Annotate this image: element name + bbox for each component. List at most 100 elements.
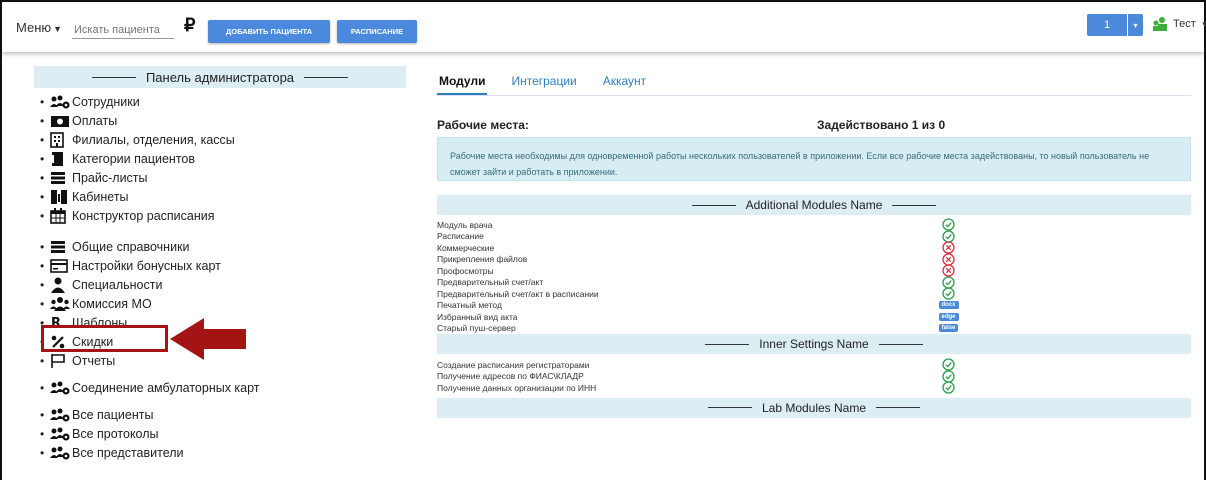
sidebar-item[interactable]: • Кабинеты	[40, 187, 406, 206]
sidebar-item[interactable]: • Все протоколы	[40, 424, 406, 443]
card-icon	[50, 258, 72, 273]
menu-label: Меню	[16, 20, 52, 35]
value-tag: edge	[938, 312, 959, 321]
bullet: •	[40, 239, 45, 254]
module-row: Расписание	[437, 230, 1191, 243]
counter-dropdown-icon[interactable]: ▾	[1128, 14, 1143, 36]
sidebar-item[interactable]: • Филиалы, отделения, кассы	[40, 130, 406, 149]
check-circle-icon	[942, 381, 955, 394]
module-name: Старый пуш-сервер	[437, 323, 516, 334]
bullet: •	[40, 94, 45, 109]
sidebar-item-label: Все представители	[72, 445, 184, 460]
module-name: Печатный метод	[437, 300, 502, 311]
bullet: •	[40, 208, 45, 223]
workplaces-label: Рабочие места:	[437, 118, 529, 132]
tab-1[interactable]: Интеграции	[509, 66, 578, 95]
admin-nav: • Сотрудники • Оплаты • Филиалы, отделения, к…	[34, 92, 406, 462]
user-name: Тест	[1173, 18, 1196, 30]
sidebar-item[interactable]: • Комиссия МО	[40, 294, 406, 313]
admin-sidebar: Панель администратора • Сотрудники • Оплаты…	[34, 66, 406, 462]
sidebar-item-label: Настройки бонусных карт	[72, 258, 221, 273]
sidebar-item-label: Категории пациентов	[72, 151, 196, 166]
sidebar-item-label: Филиалы, отделения, кассы	[72, 132, 235, 147]
module-row: Получение данных организации по ИНН	[437, 381, 1191, 394]
check-circle-icon	[942, 287, 955, 300]
module-row: Модуль врача	[437, 218, 1191, 231]
bullet: •	[40, 445, 45, 460]
module-row: Предварительный счет/акт	[437, 276, 1191, 289]
highlight-box	[41, 325, 168, 352]
sidebar-item[interactable]: • Специальности	[40, 275, 406, 294]
module-status: docx	[938, 301, 959, 310]
pointer-arrow-icon	[170, 318, 246, 360]
sidebar-item-label: Оплаты	[72, 113, 118, 128]
module-name: Профосмотры	[437, 265, 494, 276]
building-icon	[50, 131, 72, 148]
bullet: •	[40, 380, 45, 395]
sidebar-item[interactable]: • Оплаты	[40, 111, 406, 130]
module-name: Создание расписания регистраторами	[437, 359, 590, 370]
value-tag: docx	[938, 301, 959, 310]
users-icon	[50, 296, 72, 311]
sidebar-item[interactable]: • Настройки бонусных карт	[40, 256, 406, 275]
tab-2[interactable]: Аккаунт	[601, 66, 648, 95]
doctor-icon	[50, 277, 72, 293]
workplace-counter[interactable]: 1	[1087, 14, 1127, 36]
sidebar-item-label: Комиссия МО	[72, 296, 152, 311]
flag-icon	[50, 353, 72, 369]
sidebar-item-label: Общие справочники	[72, 239, 190, 254]
ruble-icon[interactable]: ₽	[184, 15, 195, 36]
module-name: Модуль врача	[437, 219, 493, 230]
sidebar-item[interactable]: • Сотрудники	[40, 92, 406, 111]
sidebar-item-label: Специальности	[72, 277, 163, 292]
workplaces-info: Рабочие места необходимы для одновременн…	[437, 137, 1191, 181]
bullet: •	[40, 426, 45, 441]
sidebar-item-label: Все протоколы	[72, 426, 159, 441]
user-menu[interactable]: Тест ▼	[1152, 17, 1206, 31]
sidebar-item[interactable]: • Все пациенты	[40, 405, 406, 424]
module-row: Избранный вид акта edge	[437, 311, 1191, 323]
module-status: edge	[938, 312, 959, 321]
module-row: Получение адресов по ФИАС\КЛАДР	[437, 370, 1191, 383]
module-name: Прикрепления файлов	[437, 254, 528, 265]
sidebar-item-label: Сотрудники	[72, 94, 140, 109]
module-row: Печатный метод docx	[437, 300, 1191, 312]
module-status	[942, 381, 955, 394]
sidebar-header: Панель администратора	[34, 66, 406, 88]
sidebar-item[interactable]: • Конструктор расписания	[40, 206, 406, 225]
bullet: •	[40, 189, 45, 204]
workplaces-row: Рабочие места: Задействовано 1 из 0	[437, 118, 1191, 132]
bullet: •	[40, 151, 45, 166]
users-cog-icon	[50, 446, 72, 460]
sidebar-item[interactable]: • Категории пациентов	[40, 149, 406, 168]
modules-panel: Модули Интеграции Аккаунт Рабочие места: За…	[437, 66, 1191, 418]
module-row: Создание расписания регистраторами	[437, 358, 1191, 371]
sidebar-item-label: Все пациенты	[72, 407, 154, 422]
users-cog-icon	[50, 95, 72, 109]
module-row: Предварительный счет/акт в расписании	[437, 287, 1191, 300]
caret-down-icon: ▼	[53, 24, 63, 34]
caret-down-icon: ▼	[1200, 19, 1206, 29]
sidebar-item-label: Кабинеты	[72, 189, 129, 204]
sidebar-item[interactable]: • Соединение амбулаторных карт	[40, 378, 406, 397]
menu-button[interactable]: Меню ▼	[16, 20, 62, 35]
add-patient-button[interactable]: ДОБАВИТЬ ПАЦИЕНТА	[208, 20, 330, 43]
bullet: •	[40, 353, 45, 368]
tab-0[interactable]: Модули	[437, 66, 488, 95]
file-icon	[50, 151, 72, 167]
users-cog-icon	[50, 381, 72, 395]
module-name: Получение данных организации по ИНН	[437, 382, 597, 393]
value-tag: false	[938, 324, 959, 333]
section-title: Lab Modules Name	[761, 400, 867, 415]
module-row: Старый пуш-сервер false	[437, 323, 1191, 335]
sidebar-item[interactable]: • Все представители	[40, 443, 406, 462]
top-bar: Меню▼ ₽ ДОБАВИТЬ ПАЦИЕНТА РАСПИСАНИЕ 1 ▾…	[2, 2, 1206, 52]
sidebar-item[interactable]: • Прайс-листы	[40, 168, 406, 187]
sidebar-item[interactable]: • Общие справочники	[40, 237, 406, 256]
schedule-button[interactable]: РАСПИСАНИЕ	[337, 20, 417, 43]
patient-search-input[interactable]	[72, 17, 174, 39]
sidebar-item-label: Отчеты	[72, 353, 116, 368]
module-name: Предварительный счет/акт	[437, 277, 544, 288]
inner-settings-header: Inner Settings Name	[437, 334, 1191, 354]
list-icon	[50, 240, 72, 254]
